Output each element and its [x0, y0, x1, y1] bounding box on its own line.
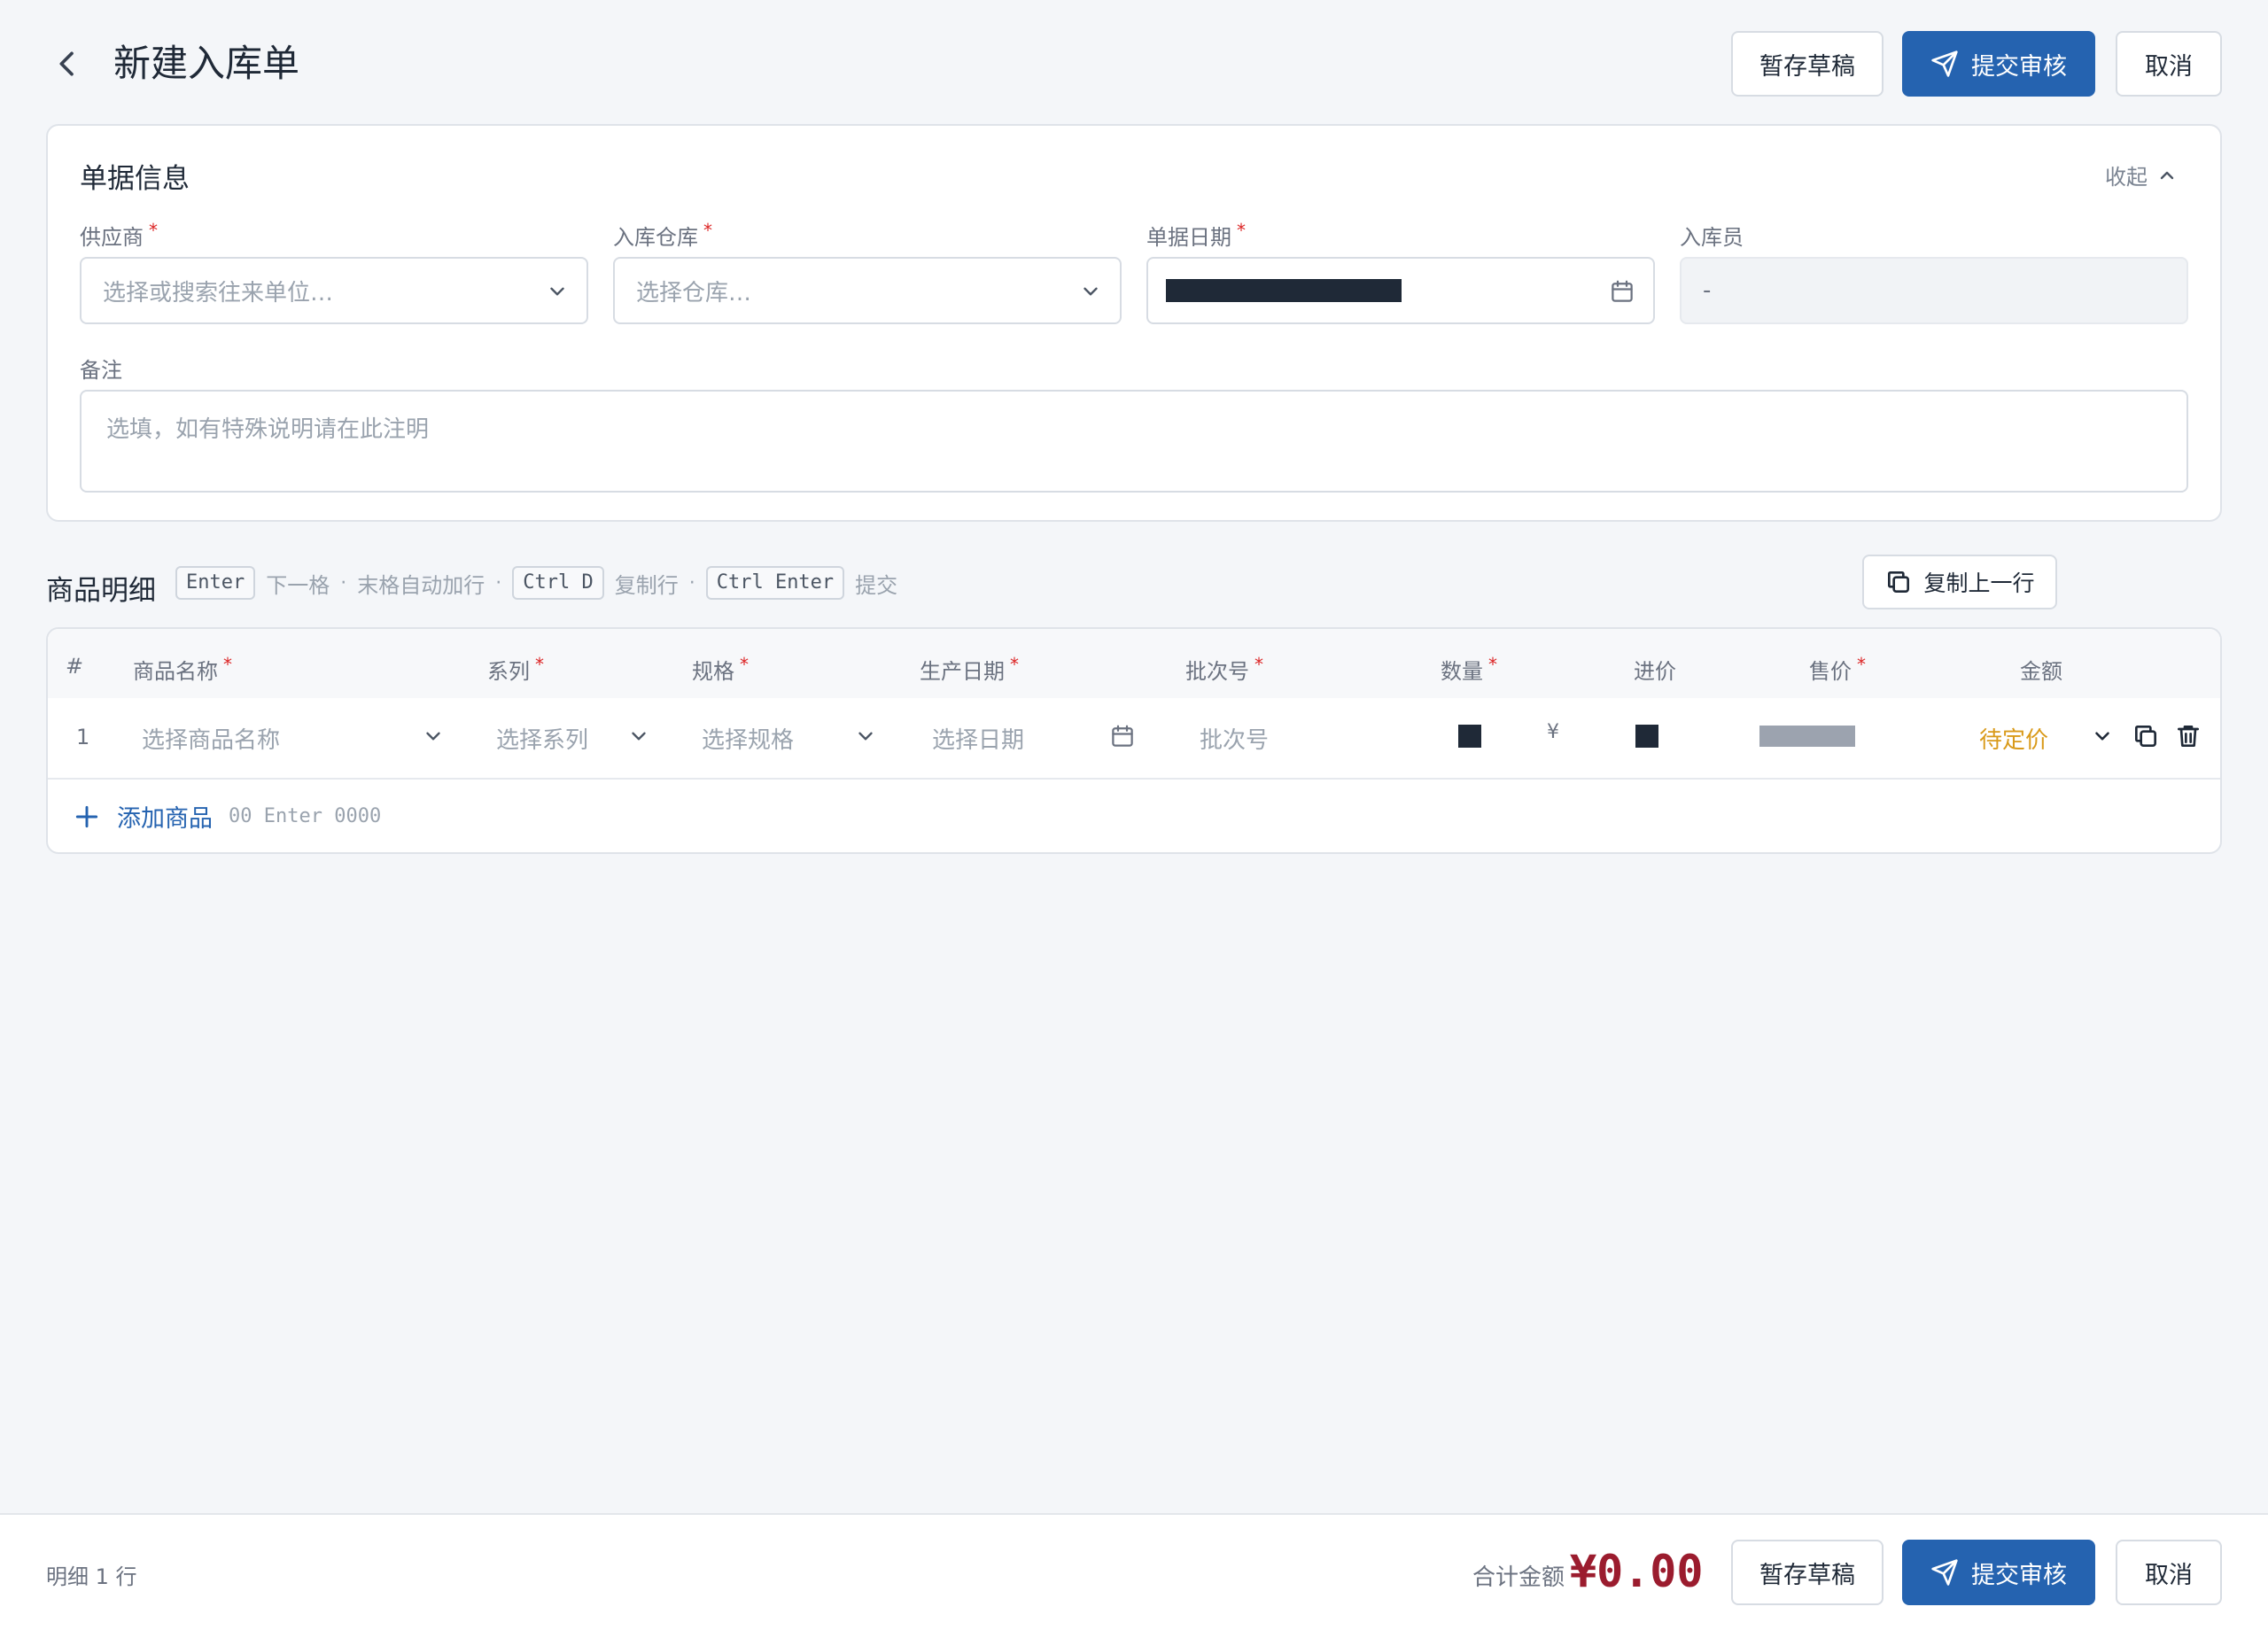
add-item-button[interactable]: 添加商品 00 Enter 0000 [73, 799, 381, 834]
footer-submit-review-button[interactable]: 提交审核 [1902, 1540, 2095, 1605]
copy-row-icon[interactable] [2132, 722, 2160, 750]
separator-dot: · [340, 571, 347, 594]
plus-icon [75, 805, 98, 827]
batch-input[interactable]: 批次号 [1200, 722, 1269, 755]
column-header-amount: 金额 [2020, 659, 2062, 684]
supplier-placeholder: 选择或搜索往来单位… [103, 279, 334, 307]
shortcut-key-ctrl-d: Ctrl D [512, 566, 604, 600]
column-header-index: # [66, 654, 84, 679]
operator-field: - [1680, 257, 2188, 324]
column-header-spec: 规格 * [692, 654, 749, 684]
chevron-down-icon[interactable] [2091, 725, 2114, 748]
amount-pending-price: 待定价 [1979, 727, 2049, 754]
doc-date-label: 单据日期 * [1146, 220, 1246, 250]
quantity-input-masked[interactable] [1458, 725, 1481, 748]
chevron-down-icon[interactable] [854, 725, 877, 748]
cancel-label: 取消 [2145, 1561, 2193, 1589]
shortcut-key-enter: Enter [175, 566, 256, 600]
add-item-label: 添加商品 [117, 805, 213, 833]
column-header-series: 系列 * [487, 654, 544, 684]
warehouse-label: 入库仓库 * [613, 220, 712, 250]
chevron-up-icon [2160, 171, 2174, 179]
shortcut-desc: 末格自动加行 [357, 572, 485, 598]
series-select[interactable]: 选择系列 [496, 722, 588, 755]
operator-value: - [1703, 277, 1712, 304]
supplier-label: 供应商 * [80, 220, 158, 250]
save-draft-button[interactable]: 暂存草稿 [1731, 31, 1884, 97]
back-icon[interactable] [50, 44, 85, 83]
cost-price-input-masked[interactable] [1635, 725, 1658, 748]
production-date-input[interactable]: 选择日期 [932, 722, 1024, 755]
shortcut-desc: 下一格 [266, 572, 330, 598]
send-icon [1931, 1559, 1958, 1586]
collapse-label: 收起 [2105, 165, 2148, 190]
row-index: 1 [76, 725, 90, 749]
calendar-icon[interactable] [1609, 278, 1635, 305]
copy-prev-row-label: 复制上一行 [1923, 570, 2035, 596]
shortcut-key-ctrl-enter: Ctrl Enter [705, 566, 845, 600]
shortcut-desc: 提交 [855, 572, 898, 598]
note-placeholder: 选填，如有特殊说明请在此注明 [106, 416, 430, 443]
note-label: 备注 [80, 358, 122, 383]
doc-info-title: 单据信息 [80, 163, 190, 195]
submit-review-label: 提交审核 [1971, 1561, 2067, 1589]
submit-review-button[interactable]: 提交审核 [1902, 31, 2095, 97]
page-title: 新建入库单 [113, 42, 300, 85]
add-item-hint: 00 Enter 0000 [229, 805, 382, 827]
separator-dot: · [688, 571, 695, 594]
shortcut-hints: Enter 下一格 · 末格自动加行 · Ctrl D 复制行 · Ctrl E… [175, 566, 897, 600]
doc-date-input[interactable] [1146, 257, 1655, 324]
total-label: 合计金额 [1472, 1564, 1565, 1591]
separator-dot: · [495, 571, 502, 594]
cancel-button[interactable]: 取消 [2116, 31, 2222, 97]
submit-review-label: 提交审核 [1971, 52, 2067, 81]
calendar-icon[interactable] [1109, 723, 1136, 749]
sale-price-input-masked[interactable] [1759, 726, 1855, 747]
copy-prev-row-button[interactable]: 复制上一行 [1862, 555, 2057, 609]
detail-title: 商品明细 [46, 575, 156, 607]
column-header-quantity: 数量 * [1441, 654, 1497, 684]
send-icon [1931, 50, 1958, 77]
collapse-toggle[interactable]: 收起 [2105, 159, 2178, 190]
doc-date-value-masked [1166, 279, 1402, 302]
trash-icon[interactable] [2174, 722, 2202, 750]
save-draft-label: 暂存草稿 [1759, 52, 1855, 81]
spec-select[interactable]: 选择规格 [702, 722, 794, 755]
column-header-production-date: 生产日期 * [920, 654, 1019, 684]
column-header-sale-price: 售价 * [1809, 654, 1866, 684]
operator-label: 入库员 [1680, 225, 1744, 250]
cancel-label: 取消 [2145, 52, 2193, 81]
column-header-product: 商品名称 * [133, 654, 232, 684]
copy-icon [1888, 571, 1910, 593]
row-count: 明细 1 行 [46, 1564, 137, 1589]
chevron-down-icon[interactable] [627, 725, 650, 748]
footer-save-draft-button[interactable]: 暂存草稿 [1731, 1540, 1884, 1605]
currency-symbol: ¥ [1547, 721, 1559, 743]
column-header-batch: 批次号 * [1185, 654, 1263, 684]
chevron-down-icon [550, 287, 564, 296]
warehouse-select[interactable]: 选择仓库… [613, 257, 1122, 324]
footer-cancel-button[interactable]: 取消 [2116, 1540, 2222, 1605]
column-header-cost-price: 进价 [1634, 659, 1676, 684]
chevron-down-icon[interactable] [422, 725, 445, 748]
chevron-down-icon [1084, 287, 1098, 296]
warehouse-placeholder: 选择仓库… [636, 279, 752, 307]
row-divider [48, 778, 2220, 780]
table-header-row [48, 629, 2220, 698]
note-textarea[interactable]: 选填，如有特殊说明请在此注明 [80, 390, 2188, 493]
shortcut-desc: 复制行 [614, 572, 679, 598]
save-draft-label: 暂存草稿 [1759, 1561, 1855, 1589]
product-select[interactable]: 选择商品名称 [142, 722, 280, 755]
supplier-select[interactable]: 选择或搜索往来单位… [80, 257, 588, 324]
total-amount: ¥0.00 [1570, 1546, 1704, 1597]
